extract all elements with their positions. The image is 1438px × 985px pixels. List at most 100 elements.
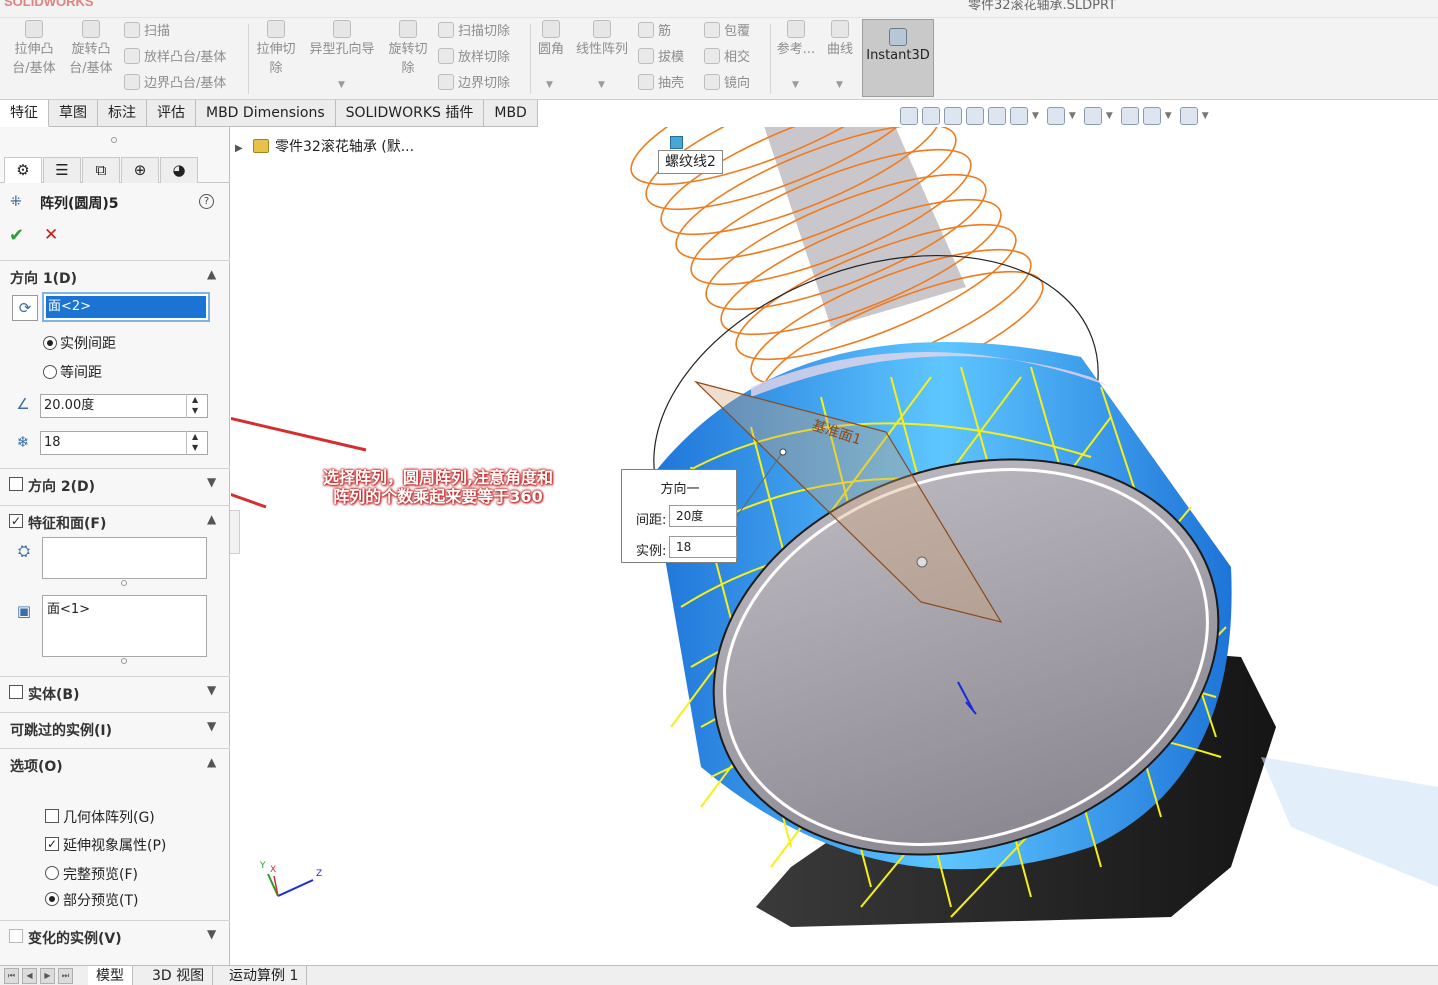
revolve-boss-button[interactable]: 旋转凸 台/基体 bbox=[64, 20, 118, 78]
extrude-boss-button[interactable]: 拉伸凸 台/基体 bbox=[8, 20, 60, 78]
lofted-cut-button[interactable]: 放样切除 bbox=[438, 48, 510, 68]
bodies-section-header[interactable]: 实体(B) ▼ bbox=[0, 676, 230, 706]
instance-count-input[interactable]: 18 bbox=[40, 431, 208, 455]
expand-arrow-icon[interactable]: ▶ bbox=[235, 143, 247, 154]
feature-tree-root[interactable]: ▶ 零件32滚花轴承 (默... bbox=[235, 136, 414, 156]
tab-solidworks-addins[interactable]: SOLIDWORKS 插件 bbox=[335, 100, 485, 127]
panel-splitter[interactable] bbox=[230, 510, 240, 554]
chevron-down-icon[interactable]: ▼ bbox=[1202, 111, 1209, 121]
last-tab-icon[interactable]: ⏭ bbox=[58, 968, 73, 984]
tab-mbd[interactable]: MBD bbox=[484, 100, 538, 127]
skip-instances-section-header[interactable]: 可跳过的实例(I) ▼ bbox=[0, 712, 230, 742]
boundary-boss-button[interactable]: 边界凸台/基体 bbox=[124, 74, 226, 94]
extrude-cut-button[interactable]: 拉伸切 除 bbox=[252, 20, 300, 78]
angle-spinner[interactable] bbox=[186, 394, 206, 418]
features-to-pattern-list[interactable] bbox=[42, 537, 207, 579]
chevron-down-icon[interactable]: ▼ bbox=[1165, 111, 1172, 121]
first-tab-icon[interactable]: ⏮ bbox=[4, 968, 19, 984]
shell-button[interactable]: 抽壳 bbox=[638, 74, 684, 94]
chevron-down-icon[interactable]: ▼ bbox=[792, 80, 799, 90]
graphics-area[interactable]: 基准面1 bbox=[231, 127, 1438, 965]
propagate-visual-checkbox[interactable]: ✓ bbox=[45, 837, 59, 851]
view-settings-icon[interactable] bbox=[1179, 107, 1198, 125]
mirror-button[interactable]: 镜向 bbox=[704, 74, 750, 94]
configuration-manager-tab-icon[interactable]: ⧉ bbox=[82, 157, 120, 183]
previous-view-icon[interactable] bbox=[944, 107, 962, 125]
face-list-item[interactable]: 面<1> bbox=[47, 602, 90, 617]
next-tab-icon[interactable]: ▶ bbox=[40, 968, 55, 984]
wrap-button[interactable]: 包覆 bbox=[704, 22, 750, 42]
prev-tab-icon[interactable]: ◀ bbox=[22, 968, 37, 984]
section-view-icon[interactable] bbox=[966, 107, 984, 125]
tab-features[interactable]: 特征 bbox=[0, 100, 49, 127]
direction2-section-header[interactable]: 方向 2(D) ▼ bbox=[0, 468, 230, 498]
display-style-icon[interactable] bbox=[1046, 107, 1065, 125]
tab-evaluate[interactable]: 评估 bbox=[147, 100, 196, 127]
swept-cut-button[interactable]: 扫描切除 bbox=[438, 22, 510, 42]
features-faces-section-header[interactable]: ✓ 特征和面(F) ▲ bbox=[0, 505, 230, 535]
tab-3d-views[interactable]: 3D 视图 bbox=[144, 966, 214, 985]
edit-appearance-icon[interactable] bbox=[1120, 107, 1139, 125]
callout-spacing-field[interactable]: 20度 bbox=[669, 505, 737, 527]
chevron-down-icon[interactable]: ▼ bbox=[598, 80, 605, 90]
reverse-direction-icon[interactable]: ⟳ bbox=[12, 295, 38, 321]
chevron-up-icon[interactable]: ▲ bbox=[207, 512, 216, 526]
options-section-header[interactable]: 选项(O) ▲ bbox=[0, 748, 230, 778]
curves-button[interactable]: 曲线 bbox=[822, 20, 858, 59]
reference-geometry-button[interactable]: 参考... bbox=[774, 20, 818, 59]
chevron-down-icon[interactable]: ▼ bbox=[207, 719, 216, 733]
boundary-cut-button[interactable]: 边界切除 bbox=[438, 74, 510, 94]
intersect-button[interactable]: 相交 bbox=[704, 48, 750, 68]
chevron-down-icon[interactable]: ▼ bbox=[1069, 111, 1076, 121]
cancel-button[interactable]: ✕ bbox=[44, 225, 58, 245]
linear-pattern-button[interactable]: 线性阵列 bbox=[572, 20, 632, 59]
dynamic-annotation-icon[interactable] bbox=[988, 107, 1006, 125]
zoom-to-fit-icon[interactable] bbox=[900, 107, 918, 125]
display-manager-tab-icon[interactable]: ◕ bbox=[160, 157, 198, 183]
instance-spacing-radio[interactable] bbox=[43, 336, 57, 350]
chevron-down-icon[interactable]: ▼ bbox=[207, 927, 216, 941]
callout-count-field[interactable]: 18 bbox=[669, 536, 737, 558]
loft-boss-button[interactable]: 放样凸台/基体 bbox=[124, 48, 226, 68]
chevron-down-icon[interactable]: ▼ bbox=[207, 475, 216, 489]
hide-show-items-icon[interactable] bbox=[1083, 107, 1102, 125]
ok-button[interactable]: ✔ bbox=[9, 225, 24, 246]
fillet-button[interactable]: 圆角 bbox=[534, 20, 568, 59]
geometry-pattern-checkbox[interactable] bbox=[45, 809, 59, 823]
feature-manager-tab-icon[interactable]: ⚙ bbox=[4, 157, 42, 183]
zoom-area-icon[interactable] bbox=[922, 107, 940, 125]
sweep-button[interactable]: 扫描 bbox=[124, 22, 170, 42]
list-resize-grip[interactable] bbox=[121, 580, 127, 586]
rib-button[interactable]: 筋 bbox=[638, 22, 671, 42]
chevron-down-icon[interactable]: ▼ bbox=[338, 80, 345, 90]
help-icon[interactable]: ? bbox=[199, 194, 214, 209]
view-orientation-icon[interactable] bbox=[1010, 107, 1028, 125]
tab-markup[interactable]: 标注 bbox=[98, 100, 147, 127]
tab-model[interactable]: 模型 bbox=[88, 966, 133, 985]
count-spinner[interactable] bbox=[186, 431, 206, 455]
features-faces-checkbox[interactable]: ✓ bbox=[9, 514, 23, 528]
tab-mbd-dimensions[interactable]: MBD Dimensions bbox=[196, 100, 336, 127]
direction2-checkbox[interactable] bbox=[9, 477, 23, 491]
faces-to-pattern-list[interactable]: 面<1> bbox=[42, 595, 207, 657]
pattern-axis-selection[interactable]: 面<2> bbox=[42, 292, 210, 322]
angle-input[interactable]: 20.00度 bbox=[40, 394, 208, 418]
varied-instances-section-header[interactable]: 变化的实例(V) ▼ bbox=[0, 920, 230, 950]
draft-button[interactable]: 拔模 bbox=[638, 48, 684, 68]
dimxpert-tab-icon[interactable]: ⊕ bbox=[121, 157, 159, 183]
full-preview-radio[interactable] bbox=[45, 866, 59, 880]
bodies-checkbox[interactable] bbox=[9, 685, 23, 699]
list-resize-grip[interactable] bbox=[121, 658, 127, 664]
chevron-down-icon[interactable]: ▼ bbox=[207, 683, 216, 697]
tab-motion-study[interactable]: 运动算例 1 bbox=[221, 966, 308, 985]
chevron-down-icon[interactable]: ▼ bbox=[1106, 111, 1113, 121]
revolve-cut-button[interactable]: 旋转切 除 bbox=[384, 20, 432, 78]
hole-wizard-button[interactable]: 异型孔向导 bbox=[304, 20, 380, 59]
chevron-up-icon[interactable]: ▲ bbox=[207, 755, 216, 769]
panel-grip[interactable] bbox=[111, 137, 117, 143]
instant3d-button[interactable]: Instant3D bbox=[862, 19, 934, 97]
chevron-down-icon[interactable]: ▼ bbox=[836, 80, 843, 90]
partial-preview-radio[interactable] bbox=[45, 892, 59, 906]
chevron-down-icon[interactable]: ▼ bbox=[1032, 111, 1039, 121]
apply-scene-icon[interactable] bbox=[1142, 107, 1161, 125]
